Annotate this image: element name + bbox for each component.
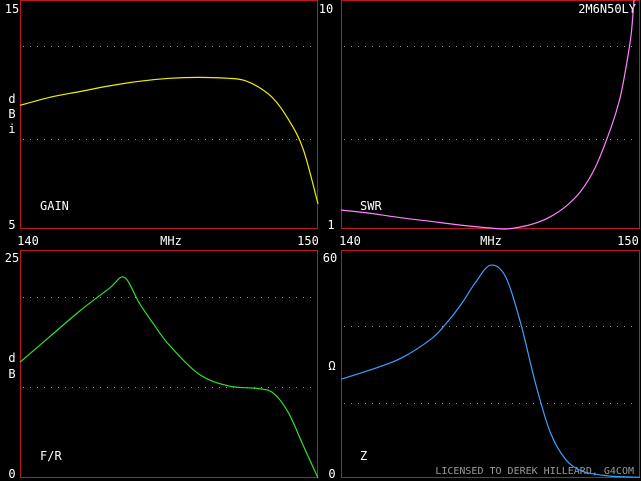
gain-panel: 15 5 d B i 140 MHz 150 GAIN bbox=[5, 0, 319, 248]
z-ytick-top: 60 bbox=[323, 251, 337, 265]
swr-xtick-center: MHz bbox=[480, 234, 502, 248]
gain-ytick-top: 15 bbox=[5, 2, 19, 16]
swr-ytick-top: 10 bbox=[319, 2, 333, 16]
gain-frame bbox=[20, 0, 318, 229]
swr-xtick-right: 150 bbox=[617, 234, 639, 248]
gain-ylabel-char: d bbox=[8, 92, 15, 106]
fr-ylabel-char: d bbox=[8, 351, 15, 365]
fr-series-label: F/R bbox=[40, 449, 62, 463]
swr-series-line bbox=[340, 0, 635, 230]
z-panel: 60 0 Ω Z bbox=[323, 250, 641, 481]
z-series-line bbox=[340, 264, 641, 478]
gain-series-line bbox=[19, 76, 319, 204]
gain-xtick-center: MHz bbox=[160, 234, 182, 248]
z-ytick-bottom: 0 bbox=[328, 467, 335, 481]
swr-ytick-bottom: 1 bbox=[327, 218, 334, 232]
swr-xtick-left: 140 bbox=[339, 234, 361, 248]
fr-ylabel-char: B bbox=[8, 367, 15, 381]
swr-frame bbox=[341, 0, 640, 229]
gain-ylabel-char: i bbox=[8, 122, 15, 136]
fr-panel: 25 0 d B F/R bbox=[5, 250, 319, 481]
swr-panel: 10 1 140 MHz 150 SWR bbox=[319, 0, 640, 248]
gain-ylabel-char: B bbox=[8, 107, 15, 121]
gain-xtick-left: 140 bbox=[17, 234, 39, 248]
gain-ylabel: d B i bbox=[8, 92, 15, 136]
z-series-label: Z bbox=[360, 449, 367, 463]
gain-series-label: GAIN bbox=[40, 199, 69, 213]
fr-ylabel: d B bbox=[8, 351, 15, 381]
antenna-plots-canvas: 2M6N50LY LICENSED TO DEREK HILLEARD, G4C… bbox=[5, 0, 641, 481]
fr-frame bbox=[20, 250, 318, 478]
fr-ytick-top: 25 bbox=[5, 251, 19, 265]
gain-xtick-right: 150 bbox=[297, 234, 319, 248]
design-name: 2M6N50LY bbox=[578, 2, 637, 16]
gain-ytick-bottom: 5 bbox=[8, 218, 15, 232]
z-ylabel-char: Ω bbox=[328, 359, 335, 373]
swr-series-label: SWR bbox=[360, 199, 382, 213]
fr-series-line bbox=[19, 276, 319, 479]
fr-ytick-bottom: 0 bbox=[8, 467, 15, 481]
